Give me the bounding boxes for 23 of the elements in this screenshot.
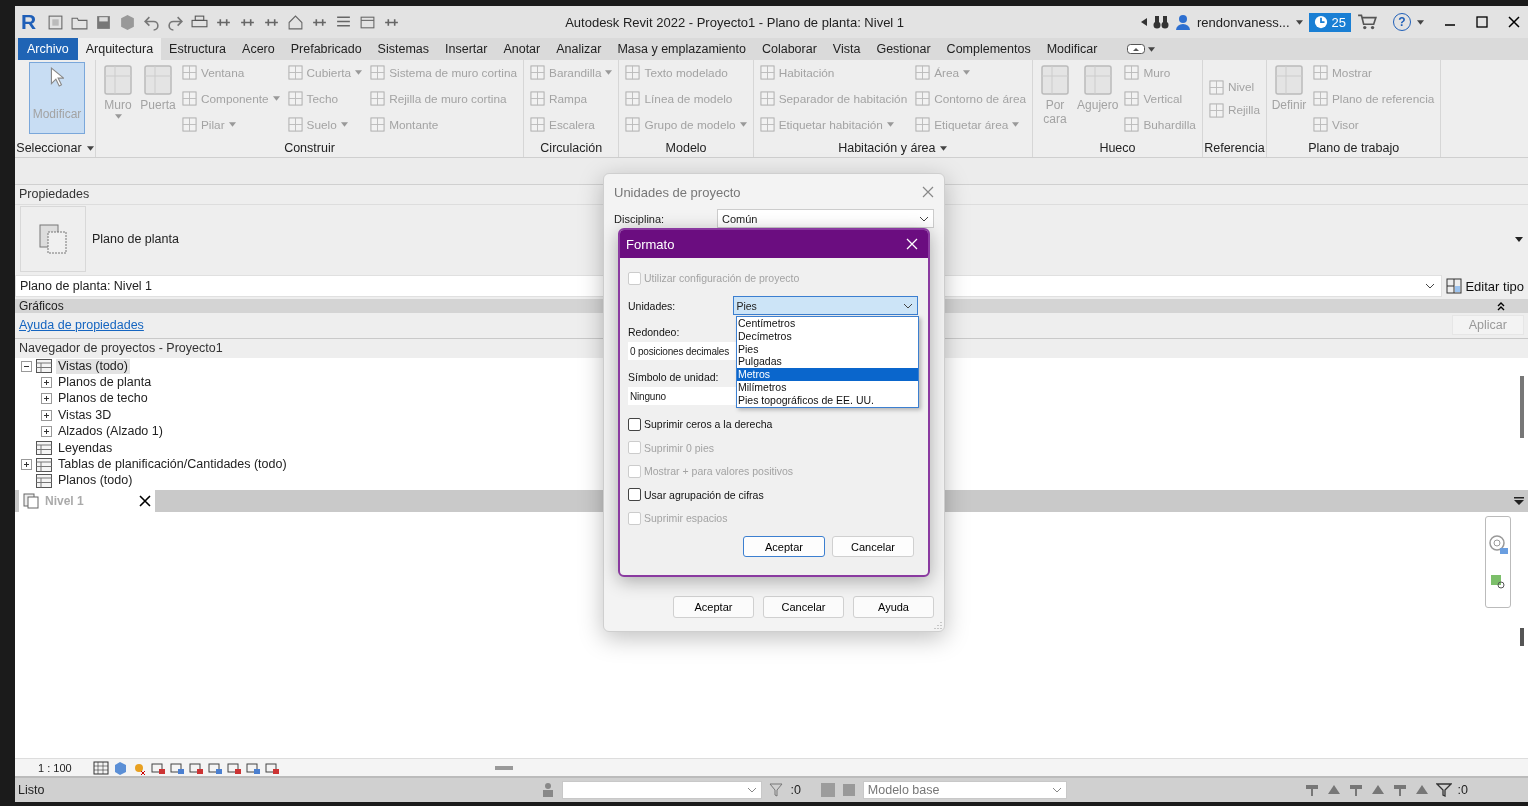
panel-title: Seleccionar (16, 141, 82, 155)
dialog-title: Unidades de proyecto (614, 184, 741, 200)
field-label: Unidades: (628, 299, 677, 312)
field-label: Disciplina: (614, 212, 666, 225)
panel-title: Modelo (665, 141, 707, 155)
status-text: Listo (18, 783, 45, 797)
panel-header: Navegador de proyectos - Proyecto1 (19, 341, 223, 355)
window-title: Autodesk Revit 2022 - Proyecto1 - Plano de planta: Nivel 1 (565, 14, 905, 30)
panel-header: Propiedades (19, 187, 90, 201)
group-header: Gráficos (19, 299, 64, 313)
selection-count: :0 (790, 783, 801, 797)
field-label: Símbolo de unidad: (628, 371, 719, 383)
filter-count: :0 (1457, 783, 1468, 797)
panel-title: Construir (284, 141, 335, 155)
app-logo: R (21, 10, 37, 34)
panel-title: Referencia (1204, 141, 1265, 155)
type-name: Plano de planta (92, 232, 179, 246)
panel-title: Habitación y área (838, 141, 936, 155)
field-label: Redondeo: (628, 326, 680, 338)
panel-title: Plano de trabajo (1308, 141, 1400, 155)
dialog-title: Formato (626, 236, 675, 252)
panel-title: Hueco (1099, 141, 1136, 155)
panel-title: Circulación (540, 141, 603, 155)
